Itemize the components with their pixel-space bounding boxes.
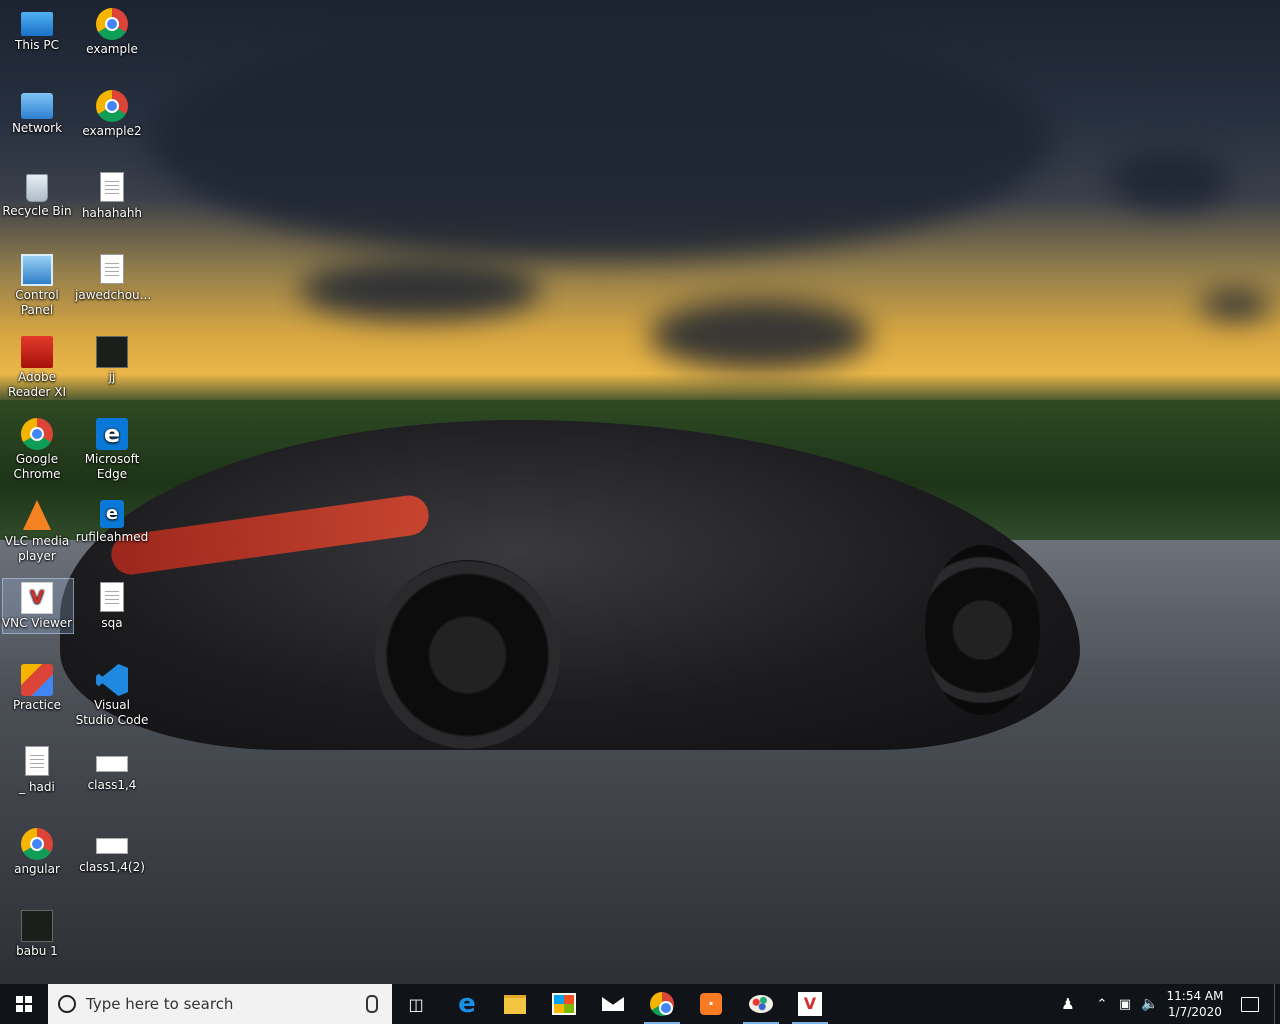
- desktop-icon-practice[interactable]: Practice: [0, 664, 74, 713]
- desktop-icon-hadi[interactable]: _ hadi: [0, 746, 74, 795]
- edge-icon: e: [96, 418, 128, 450]
- chrome-icon: [96, 8, 128, 40]
- people-icon: ♟: [1061, 995, 1075, 1013]
- search-box[interactable]: Type here to search: [48, 984, 392, 1024]
- chrome-icon: [96, 90, 128, 122]
- vnc-viewer-icon: V: [798, 992, 822, 1016]
- action-center-button[interactable]: [1232, 984, 1268, 1024]
- desktop-icon-vnc-viewer[interactable]: V VNC Viewer: [0, 578, 74, 634]
- desktop-icon-control-panel[interactable]: Control Panel: [0, 254, 74, 318]
- chevron-up-icon: ⌃: [1096, 996, 1108, 1012]
- clock-date: 1/7/2020: [1168, 1005, 1222, 1019]
- task-view-icon: ◫: [408, 994, 424, 1014]
- desktop-icon-microsoft-edge[interactable]: e Microsoft Edge: [75, 418, 149, 482]
- chrome-icon: [21, 418, 53, 450]
- desktop-icon-class1-4[interactable]: class1,4: [75, 746, 149, 793]
- computer-icon: [21, 12, 53, 36]
- chrome-icon: [650, 992, 674, 1016]
- search-placeholder[interactable]: Type here to search: [86, 995, 366, 1013]
- taskbar-vnc-viewer[interactable]: V: [786, 984, 834, 1024]
- desktop-icon-angular[interactable]: angular: [0, 828, 74, 877]
- people-button[interactable]: ♟: [1052, 984, 1084, 1024]
- desktop-icon-network[interactable]: Network: [0, 90, 74, 136]
- desktop-icon-vlc[interactable]: VLC media player: [0, 500, 74, 564]
- taskbar-mail[interactable]: [589, 984, 637, 1024]
- terminal-icon: [21, 910, 53, 942]
- desktop-icon-babu-1[interactable]: babu 1: [0, 910, 74, 959]
- vlc-icon: [23, 500, 51, 530]
- network-icon: [21, 93, 53, 119]
- file-explorer-icon: [504, 994, 526, 1014]
- desktop-icon-hahahahh[interactable]: hahahahh: [75, 172, 149, 221]
- clock-time: 11:54 AM: [1166, 989, 1224, 1003]
- vnc-viewer-icon: V: [21, 582, 53, 614]
- adobe-reader-icon: [21, 336, 53, 368]
- practice-icon: [21, 664, 53, 696]
- store-icon: [552, 993, 576, 1015]
- network-status[interactable]: ▣: [1114, 984, 1136, 1024]
- taskbar-paint[interactable]: [737, 984, 785, 1024]
- desktop-icon-example[interactable]: example: [75, 8, 149, 57]
- desktop-icon-class1-4-2[interactable]: class1,4(2): [75, 828, 149, 875]
- text-file-icon: [100, 582, 124, 612]
- clock[interactable]: 11:54 AM 1/7/2020: [1166, 984, 1224, 1024]
- recycle-bin-icon: [26, 174, 48, 202]
- text-file-icon: [100, 254, 124, 284]
- volume-icon: 🔈: [1141, 996, 1159, 1012]
- notification-icon: [1241, 996, 1259, 1012]
- text-file-icon: [25, 746, 49, 776]
- desktop-icon-adobe-reader[interactable]: Adobe Reader XI: [0, 336, 74, 400]
- desktop-wallpaper: This PC example Network example2 Recycle…: [0, 0, 1280, 984]
- xampp-icon: ⋅: [700, 993, 722, 1015]
- search-icon: [58, 995, 76, 1013]
- desktop-icon-sqa[interactable]: sqa: [75, 582, 149, 631]
- terminal-icon: [96, 336, 128, 368]
- desktop-icon-jawedchou[interactable]: jawedchou...: [75, 254, 151, 303]
- task-view-button[interactable]: ◫: [392, 984, 440, 1024]
- taskbar-file-explorer[interactable]: [491, 984, 539, 1024]
- mail-icon: [602, 997, 624, 1011]
- control-panel-icon: [21, 254, 53, 286]
- show-hidden-icons[interactable]: ⌃: [1092, 984, 1112, 1024]
- microphone-icon[interactable]: [366, 995, 378, 1013]
- network-tray-icon: ▣: [1118, 996, 1132, 1012]
- taskbar-edge[interactable]: e: [443, 984, 491, 1024]
- desktop-icon-this-pc[interactable]: This PC: [0, 8, 74, 53]
- taskbar-xampp[interactable]: ⋅: [687, 984, 735, 1024]
- desktop-icon-google-chrome[interactable]: Google Chrome: [0, 418, 74, 482]
- volume-control[interactable]: 🔈: [1138, 984, 1162, 1024]
- taskbar-chrome[interactable]: [638, 984, 686, 1024]
- start-button[interactable]: [0, 984, 48, 1024]
- desktop-icon-recycle-bin[interactable]: Recycle Bin: [0, 172, 74, 219]
- taskbar-store[interactable]: [540, 984, 588, 1024]
- taskbar: Type here to search ◫ e ⋅ V ♟ ⌃ ▣ 🔈 11:5…: [0, 984, 1280, 1024]
- blank-file-icon: [96, 838, 128, 854]
- paint-icon: [749, 995, 773, 1013]
- desktop-icon-jj[interactable]: jj: [75, 336, 149, 385]
- edge-icon: e: [458, 989, 476, 1019]
- edge-shortcut-icon: e: [100, 500, 124, 528]
- blank-file-icon: [96, 756, 128, 772]
- windows-logo-icon: [16, 996, 32, 1012]
- chrome-icon: [21, 828, 53, 860]
- document-icon: [100, 172, 124, 202]
- desktop-icon-vscode[interactable]: Visual Studio Code: [75, 664, 149, 728]
- show-desktop-button[interactable]: [1274, 984, 1280, 1024]
- vscode-icon: [96, 664, 128, 696]
- desktop-icon-rufileahmed[interactable]: e rufileahmed: [75, 500, 149, 545]
- desktop-icon-example2[interactable]: example2: [75, 90, 149, 139]
